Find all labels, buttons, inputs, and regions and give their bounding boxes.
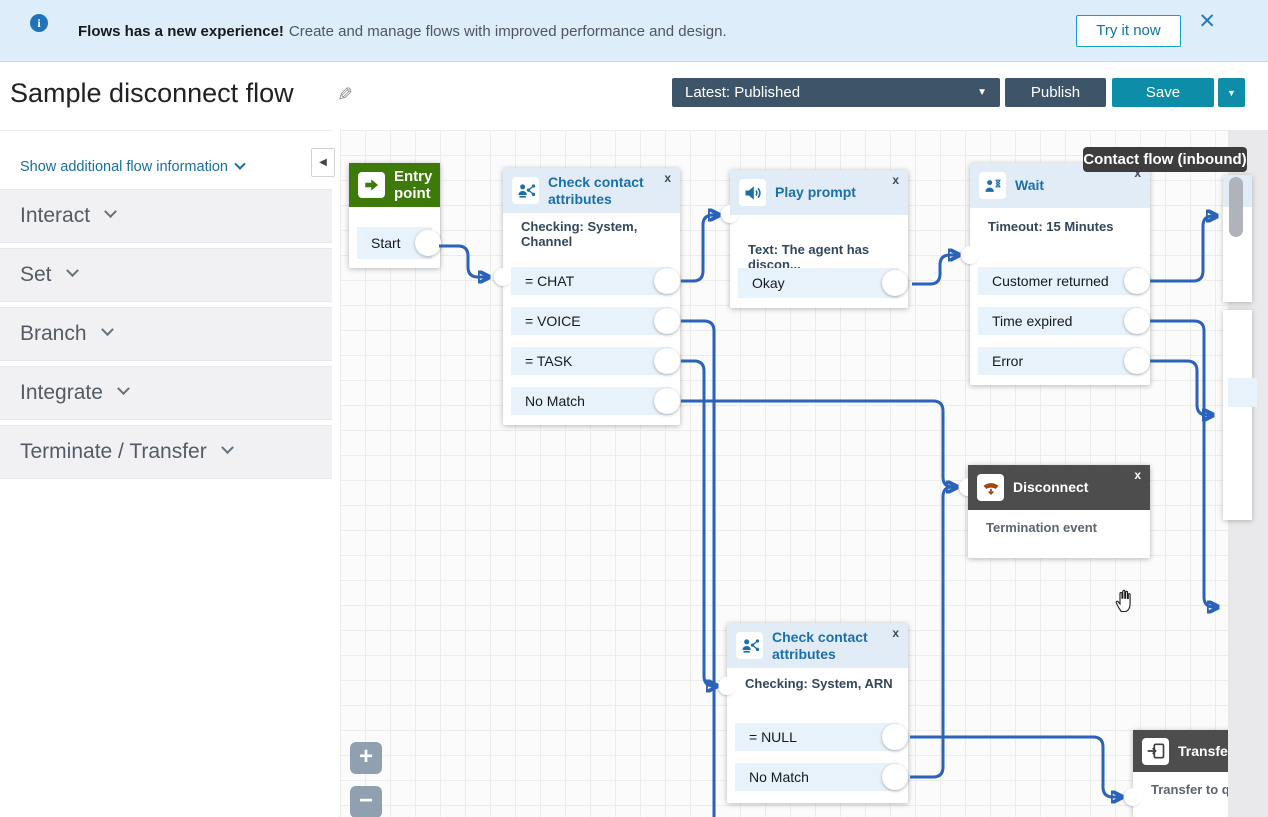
banner-close-icon[interactable]: ✕ (1198, 9, 1216, 34)
flow-canvas[interactable]: Entry point Start Check contact attribut… (340, 130, 1268, 817)
sidebar-section-interact[interactable]: Interact (0, 189, 332, 243)
sidebar-collapse-button[interactable]: ◀ (311, 148, 335, 177)
sidebar-section-set[interactable]: Set (0, 248, 332, 302)
section-label: Set (20, 263, 52, 286)
hand-cursor-icon (1114, 587, 1135, 618)
chevron-down-icon (221, 441, 234, 454)
try-it-now-button[interactable]: Try it now (1076, 15, 1181, 47)
zoom-out-button[interactable]: − (350, 786, 382, 817)
section-label: Terminate / Transfer (20, 440, 207, 463)
section-label: Interact (20, 204, 90, 227)
sidebar-section-integrate[interactable]: Integrate (0, 366, 332, 420)
toggle-label: Show additional flow information (20, 159, 228, 175)
new-experience-banner: i Flows has a new experience! Create and … (0, 0, 1268, 62)
page-title: Sample disconnect flow (10, 78, 294, 109)
offscreen-node-partial[interactable] (1223, 310, 1252, 520)
section-label: Branch (20, 322, 87, 345)
section-label: Integrate (20, 381, 103, 404)
flow-type-tooltip: Contact flow (inbound) (1083, 147, 1247, 172)
flow-designer-page: i Flows has a new experience! Create and … (0, 0, 1268, 817)
zoom-in-button[interactable]: + (350, 742, 382, 774)
show-flow-information-toggle[interactable]: Show additional flow information (20, 159, 244, 175)
chevron-down-icon (66, 264, 79, 277)
info-icon: i (30, 14, 48, 32)
sidebar-section-branch[interactable]: Branch (0, 307, 332, 361)
version-dropdown-label: Latest: Published (685, 84, 800, 101)
banner-message-rest: Create and manage flows with improved pe… (289, 23, 727, 40)
chevron-down-icon (117, 382, 130, 395)
chevron-down-icon (101, 323, 114, 336)
blocks-sidebar: Show additional flow information Interac… (0, 130, 332, 817)
edit-title-icon[interactable]: ✎ (337, 84, 353, 107)
version-dropdown[interactable]: Latest: Published ▼ (672, 78, 1000, 107)
vertical-scrollbar-thumb[interactable] (1229, 177, 1243, 237)
save-dropdown-button[interactable]: ▼ (1218, 78, 1245, 107)
output-row-partial (1228, 378, 1257, 407)
banner-message: Flows has a new experience! Create and ma… (78, 23, 727, 40)
sidebar-section-terminate-transfer[interactable]: Terminate / Transfer (0, 425, 332, 479)
publish-button[interactable]: Publish (1005, 78, 1106, 107)
chevron-down-icon (104, 205, 117, 218)
connectors (340, 130, 1268, 817)
chevron-down-icon: ▼ (977, 87, 987, 98)
banner-message-bold: Flows has a new experience! (78, 23, 284, 40)
save-button[interactable]: Save (1112, 78, 1214, 107)
chevron-down-icon (234, 159, 245, 170)
